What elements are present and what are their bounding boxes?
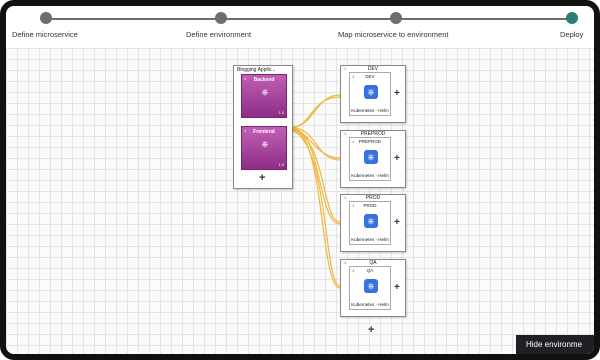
environment-card-dev[interactable]: 1 DEV 1 DEV ⎈ Kubernetes - Helm +: [340, 65, 406, 123]
step-label-define-microservice[interactable]: Define microservice: [12, 30, 78, 39]
connector-frontend-dev: [292, 94, 341, 129]
environment-card-prod[interactable]: 1 PROD 1 PROD ⎈ Kubernetes - Helm +: [340, 194, 406, 252]
application-title: Blogging Applic...: [237, 67, 276, 73]
kubernetes-icon: ⎈: [364, 85, 378, 99]
service-card-backend[interactable]: 1 Backend ⎈ 1.0: [241, 74, 287, 118]
target-caption: Kubernetes - Helm: [351, 173, 389, 178]
add-service-button[interactable]: +: [259, 173, 265, 184]
connector-layer: [292, 94, 341, 289]
kubernetes-icon: ⎈: [364, 214, 378, 228]
step-dot-define-microservice[interactable]: [40, 12, 52, 24]
environment-target[interactable]: 1 PREPROD ⎈ Kubernetes - Helm: [349, 137, 391, 181]
environment-target[interactable]: 1 DEV ⎈ Kubernetes - Helm: [349, 72, 391, 116]
target-caption: Kubernetes - Helm: [351, 237, 389, 242]
target-caption: Kubernetes - Helm: [351, 302, 389, 307]
target-title: PREPROD: [358, 139, 382, 144]
hide-environment-button[interactable]: Hide environme: [516, 335, 594, 354]
mapping-canvas[interactable]: Blogging Applic... 1 Backend ⎈ 1.0 1 Fro…: [6, 48, 594, 354]
add-environment-button[interactable]: +: [368, 325, 374, 336]
target-title: QA: [366, 268, 374, 273]
helm-icon: ⎈: [261, 87, 269, 97]
add-target-button[interactable]: +: [394, 282, 400, 293]
kubernetes-icon: ⎈: [364, 279, 378, 293]
kubernetes-icon: ⎈: [364, 150, 378, 164]
add-target-button[interactable]: +: [394, 217, 400, 228]
service-version: 1.0: [278, 162, 284, 167]
environment-target[interactable]: 1 QA ⎈ Kubernetes - Helm: [349, 266, 391, 310]
service-name: Frontend: [253, 129, 275, 135]
app-window: Define microservice Define environment M…: [0, 0, 600, 360]
target-caption: Kubernetes - Helm: [351, 108, 389, 113]
environment-card-preprod[interactable]: 1 PREPROD 1 PREPROD ⎈ Kubernetes - Helm …: [340, 130, 406, 188]
add-target-button[interactable]: +: [394, 153, 400, 164]
add-target-button[interactable]: +: [394, 88, 400, 99]
step-dot-deploy[interactable]: [566, 12, 578, 24]
target-title: DEV: [365, 74, 375, 79]
step-dot-map-microservice[interactable]: [390, 12, 402, 24]
step-label-define-environment[interactable]: Define environment: [186, 30, 251, 39]
connector-backend-qa: [292, 129, 341, 289]
service-name: Backend: [253, 77, 275, 83]
connector-backend-dev: [292, 96, 341, 128]
step-dot-define-environment[interactable]: [215, 12, 227, 24]
service-version: 1.0: [278, 110, 284, 115]
stepper-line: [46, 18, 572, 20]
step-label-deploy[interactable]: Deploy: [560, 30, 583, 39]
environment-target[interactable]: 1 PROD ⎈ Kubernetes - Helm: [349, 201, 391, 245]
target-title: PROD: [363, 203, 377, 208]
application-card[interactable]: Blogging Applic... 1 Backend ⎈ 1.0 1 Fro…: [233, 65, 293, 189]
progress-stepper: Define microservice Define environment M…: [6, 6, 594, 48]
connector-backend-prod: [292, 128, 341, 225]
helm-icon: ⎈: [261, 139, 269, 149]
step-label-map-microservice[interactable]: Map microservice to environment: [338, 30, 448, 39]
environment-card-qa[interactable]: 1 QA 1 QA ⎈ Kubernetes - Helm +: [340, 259, 406, 317]
service-card-frontend[interactable]: 1 Frontend ⎈ 1.0: [241, 126, 287, 170]
connector-frontend-qa: [292, 130, 341, 287]
